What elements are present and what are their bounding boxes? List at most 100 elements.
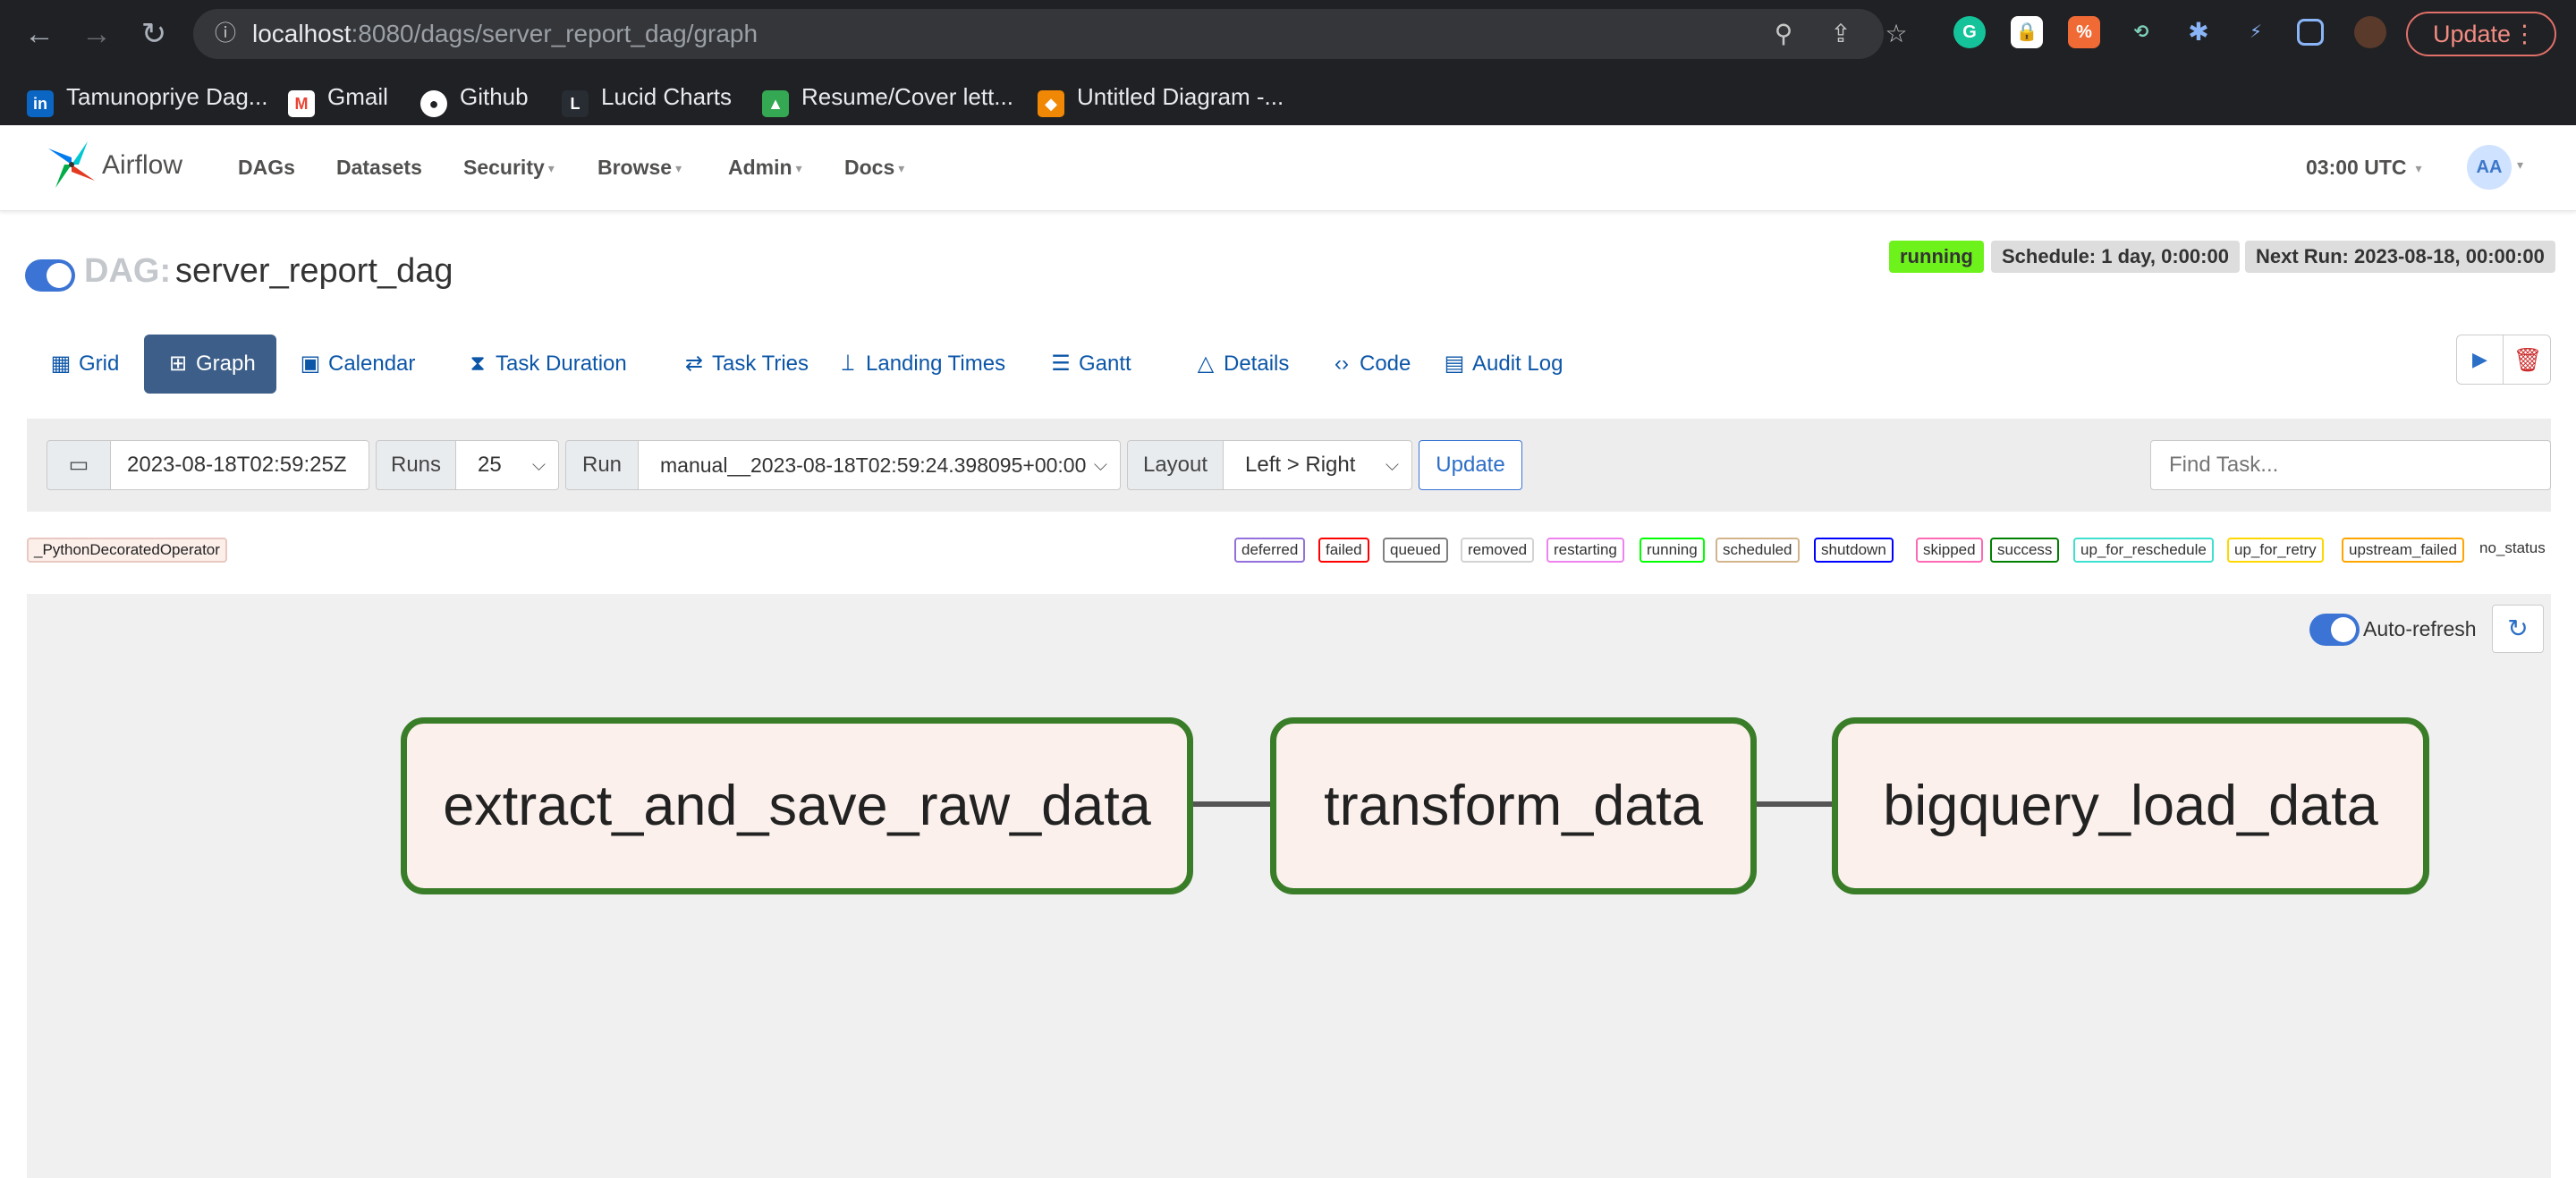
- lock-extension-icon[interactable]: 🔒: [2011, 16, 2043, 48]
- browser-chrome: ← → ↻ ⓘ localhost:8080/dags/server_repor…: [0, 0, 2576, 125]
- state-legend-scheduled[interactable]: scheduled: [1716, 538, 1800, 563]
- tab-code[interactable]: ‹› Code: [1308, 335, 1432, 394]
- state-legend-no-status[interactable]: no_status: [2479, 539, 2546, 557]
- side-panel-icon[interactable]: [2297, 19, 2324, 46]
- bookmark-github[interactable]: ● Github: [420, 81, 529, 117]
- state-legend-up-for-retry[interactable]: up_for_retry: [2227, 538, 2324, 563]
- reload-icon[interactable]: ↻: [134, 14, 174, 54]
- warning-triangle-icon: △: [1197, 352, 1215, 376]
- tab-graph[interactable]: ⊞ Graph: [144, 335, 276, 394]
- layout-select[interactable]: Left > Right ⌵: [1223, 440, 1412, 490]
- address-bar[interactable]: ⓘ localhost:8080/dags/server_report_dag/…: [193, 9, 1908, 59]
- tab-task-tries[interactable]: ⇄ Task Tries: [660, 335, 830, 394]
- update-button[interactable]: Update: [1419, 440, 1522, 490]
- menu-datasets[interactable]: Datasets: [336, 156, 422, 180]
- chevron-down-icon: ⌵: [531, 455, 546, 475]
- task-node[interactable]: transform_data: [1270, 717, 1757, 894]
- tracker-extension-icon[interactable]: ⟲: [2125, 16, 2157, 48]
- extensions-puzzle-icon[interactable]: ✱: [2182, 16, 2215, 48]
- airflow-navbar: Airflow DAGs Datasets Security ▾ Browse ▾ …: [0, 125, 2576, 211]
- tab-gantt[interactable]: ☰ Gantt: [1027, 335, 1153, 394]
- chevron-down-icon: ⌵: [1385, 455, 1399, 475]
- run-select[interactable]: manual__2023-08-18T02:59:24.398095+00:00…: [638, 440, 1121, 490]
- zoom-icon[interactable]: ⚲: [1766, 16, 1801, 52]
- state-legend-queued[interactable]: queued: [1383, 538, 1448, 563]
- site-info-icon[interactable]: ⓘ: [208, 16, 243, 52]
- menu-security[interactable]: Security ▾: [463, 156, 555, 180]
- linkedin-icon: in: [27, 90, 54, 117]
- tab-audit-log[interactable]: ▤ Audit Log: [1420, 335, 1584, 394]
- gmail-icon: M: [288, 90, 315, 117]
- bookmark-lucid-charts[interactable]: L Lucid Charts: [562, 81, 732, 117]
- sync-extension-icon[interactable]: ⚡: [2240, 16, 2272, 48]
- graph-filter-bar: ▭ 2023-08-18T02:59:25Z Runs 25 ⌵ Run manu…: [27, 419, 2551, 512]
- logo-text[interactable]: Airflow: [102, 150, 182, 181]
- utc-clock[interactable]: 03:00 UTC ▾: [2306, 156, 2422, 180]
- airflow-logo-icon[interactable]: [45, 138, 98, 191]
- runs-select[interactable]: 25 ⌵: [455, 440, 559, 490]
- profile-avatar[interactable]: [2354, 16, 2386, 48]
- tab-grid[interactable]: ▦ Grid: [27, 335, 140, 394]
- zotero-extension-icon[interactable]: %: [2068, 16, 2100, 48]
- state-legend-restarting[interactable]: restarting: [1546, 538, 1624, 563]
- chevron-down-icon: ▾: [675, 161, 682, 175]
- state-legend-failed[interactable]: failed: [1318, 538, 1369, 563]
- auto-refresh-toggle[interactable]: [2309, 614, 2360, 646]
- operator-legend-tag[interactable]: _PythonDecoratedOperator: [27, 538, 227, 563]
- find-task-input[interactable]: [2150, 440, 2551, 490]
- chevron-down-icon[interactable]: ▾: [2517, 157, 2523, 173]
- drawio-icon: ◆: [1038, 90, 1064, 117]
- tab-details[interactable]: △ Details: [1172, 335, 1310, 394]
- trigger-dag-play-icon[interactable]: ▶: [2457, 335, 2504, 384]
- delete-dag-trash-icon[interactable]: 🗑: [2504, 335, 2551, 384]
- menu-docs[interactable]: Docs ▾: [844, 156, 904, 180]
- auto-refresh-label: Auto-refresh: [2363, 617, 2477, 640]
- grammarly-extension-icon[interactable]: G: [1953, 16, 1986, 48]
- graph-icon: ⊞: [168, 352, 188, 376]
- user-avatar[interactable]: AA: [2467, 145, 2512, 190]
- chevron-down-icon: ⌵: [1093, 455, 1107, 475]
- menu-dags[interactable]: DAGs: [238, 156, 295, 180]
- bookmark-linkedin[interactable]: in Tamunopriye Dag...: [27, 81, 267, 117]
- lucid-icon: L: [562, 90, 589, 117]
- base-date-input[interactable]: 2023-08-18T02:59:25Z: [110, 440, 369, 490]
- run-label: Run: [565, 440, 639, 490]
- back-icon[interactable]: ←: [20, 14, 59, 54]
- bookmark-star-icon[interactable]: ☆: [1878, 16, 1914, 52]
- tab-calendar[interactable]: ▣ Calendar: [276, 335, 436, 394]
- share-icon[interactable]: ⇪: [1823, 16, 1859, 52]
- github-icon: ●: [420, 90, 447, 117]
- bookmark-resume[interactable]: ▲ Resume/Cover lett...: [762, 81, 1013, 117]
- dag-state-badge: running: [1889, 241, 1984, 273]
- state-legend-deferred[interactable]: deferred: [1234, 538, 1306, 563]
- state-legend-shutdown[interactable]: shutdown: [1814, 538, 1894, 563]
- dag-title: server_report_dag: [175, 252, 453, 290]
- hourglass-icon: ⧗: [470, 352, 486, 376]
- tab-task-duration[interactable]: ⧗ Task Duration: [444, 335, 648, 394]
- forward-icon[interactable]: →: [77, 14, 116, 54]
- state-legend-up-for-reschedule[interactable]: up_for_reschedule: [2073, 538, 2214, 563]
- task-node[interactable]: bigquery_load_data: [1832, 717, 2429, 894]
- menu-admin[interactable]: Admin ▾: [728, 156, 802, 180]
- dag-pause-toggle[interactable]: [25, 259, 75, 292]
- state-legend-removed[interactable]: removed: [1461, 538, 1535, 563]
- layout-label: Layout: [1127, 440, 1224, 490]
- calendar-icon: ▣: [300, 352, 321, 376]
- dag-action-buttons: ▶ 🗑: [2456, 335, 2551, 385]
- state-legend-skipped[interactable]: skipped: [1916, 538, 1983, 563]
- dag-graph-canvas[interactable]: Auto-refresh ↻ extract_and_save_raw_data…: [27, 594, 2551, 1178]
- browser-update-button[interactable]: Update ⋮: [2406, 12, 2556, 56]
- state-legend-running[interactable]: running: [1640, 538, 1705, 563]
- bookmark-untitled-diagram[interactable]: ◆ Untitled Diagram -...: [1038, 81, 1284, 117]
- state-legend-success[interactable]: success: [1990, 538, 2060, 563]
- task-node[interactable]: extract_and_save_raw_data: [401, 717, 1193, 894]
- state-legend-upstream-failed[interactable]: upstream_failed: [2342, 538, 2464, 563]
- chevron-down-icon: ▾: [547, 161, 555, 175]
- tab-landing-times[interactable]: ⟘ Landing Times: [814, 335, 1027, 394]
- bookmark-gmail[interactable]: M Gmail: [288, 81, 388, 117]
- menu-browse[interactable]: Browse ▾: [597, 156, 682, 180]
- schedule-badge: Schedule: 1 day, 0:00:00: [1991, 241, 2240, 273]
- refresh-icon[interactable]: ↻: [2492, 605, 2544, 653]
- calendar-picker-icon[interactable]: ▭: [47, 440, 111, 490]
- chevron-down-icon: ▾: [898, 161, 905, 175]
